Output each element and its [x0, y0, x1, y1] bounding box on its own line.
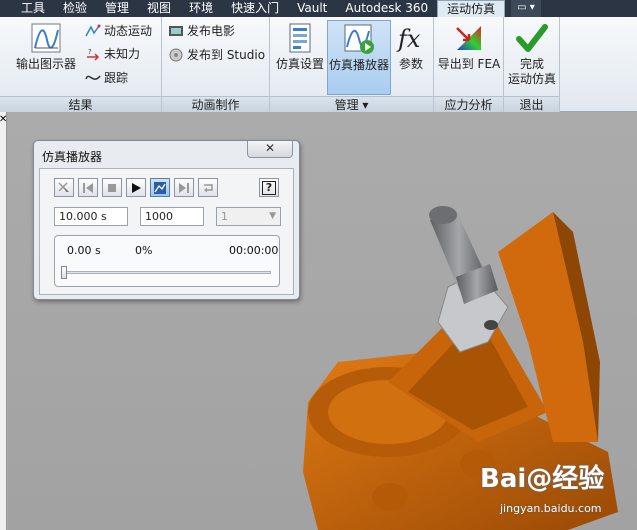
svg-text:?: ? [88, 48, 92, 56]
clamp-hole [484, 320, 498, 330]
finish-label-line1: 完成 [519, 57, 544, 71]
tab-inspect[interactable]: 检验 [54, 0, 96, 17]
trace-icon [85, 75, 101, 80]
exit-panel: 完成 运动仿真 退出 [504, 17, 560, 112]
finish-simulation-button[interactable]: 完成 运动仿真 [505, 20, 559, 95]
parameters-button[interactable]: fx 参数 [393, 20, 429, 95]
dynamic-motion-label: 动态运动 [104, 24, 153, 38]
function-icon: fx [396, 25, 421, 53]
watermark-url: jingyan.baidu.com [500, 502, 602, 515]
loop-icon [204, 183, 213, 192]
progress-slider-thumb[interactable] [61, 266, 67, 279]
animation-panel-title: 动画制作 [162, 96, 269, 112]
output-plotter-icon [31, 23, 61, 53]
skip-end-icon [179, 182, 189, 193]
repeat-count-select[interactable]: 1 ▼ [216, 207, 281, 226]
tab-getting-started[interactable]: 快速入门 [222, 0, 288, 17]
settings-icon [289, 23, 311, 53]
help-icon: ? [261, 180, 277, 195]
unknown-force-icon: ? [87, 48, 100, 61]
fea-export-icon [456, 26, 481, 50]
export-fea-label: 导出到 FEA [437, 57, 501, 71]
simulation-player-label: 仿真播放器 [328, 58, 389, 72]
stress-analysis-panel: 导出到 FEA 应力分析 [434, 17, 504, 112]
simulation-settings-button[interactable]: 仿真设置 [273, 20, 327, 95]
construction-icon [58, 181, 69, 192]
tab-dynamic-simulation[interactable]: 运动仿真 [437, 0, 506, 17]
player-body: ? 10.000 s 1000 1 ▼ 0.00 s 0% 00:00:00 [39, 168, 294, 295]
images-count-input[interactable]: 1000 [140, 207, 204, 226]
dynamic-motion-button[interactable]: 动态运动 [85, 21, 152, 41]
checkmark-icon [516, 24, 548, 52]
menu-bar: 工具 检验 管理 视图 环境 快速入门 Vault Autodesk 360 运… [0, 0, 637, 17]
simulation-player-dialog: 仿真播放器 ✕ ? 10.000 s 1000 1 ▼ 0.00 s 0% 00… [33, 140, 300, 300]
repeat-count-value: 1 [221, 210, 228, 223]
results-panel-title: 结果 [0, 96, 161, 112]
screen-refresh-toggle[interactable] [150, 178, 170, 197]
tab-vault[interactable]: Vault [288, 0, 336, 17]
skip-end-button[interactable] [174, 178, 194, 197]
dynamic-motion-icon [85, 24, 101, 37]
elapsed-clock-readout: 00:00:00 [229, 244, 279, 257]
tab-environment[interactable]: 环境 [180, 0, 222, 17]
foot-left [372, 483, 408, 511]
unknown-force-button[interactable]: ? 未知力 [85, 44, 140, 64]
publish-studio-button[interactable]: 发布到 Studio [168, 45, 265, 65]
dropdown-arrow-icon: ▼ [269, 211, 276, 221]
results-panel: 输出图示器 动态运动 ? 未知力 跟踪 结果 [0, 17, 162, 112]
skip-start-icon [83, 182, 93, 193]
unknown-force-label: 未知力 [104, 47, 141, 61]
manage-panel-title[interactable]: 管理 ▾ [270, 96, 433, 112]
exit-panel-title: 退出 [504, 96, 559, 112]
publish-movie-button[interactable]: 发布电影 [168, 21, 235, 41]
tab-autodesk-360[interactable]: Autodesk 360 [336, 0, 437, 17]
film-icon [169, 26, 183, 36]
ribbon-toggle-button[interactable]: ▭ ▾ [511, 0, 541, 17]
output-plotter-button[interactable]: 输出图示器 [12, 20, 80, 95]
parameters-label: 参数 [398, 57, 423, 71]
screen-refresh-icon [154, 181, 166, 194]
close-icon: ✕ [264, 141, 276, 155]
browser-close-icon[interactable]: ✕ [0, 114, 7, 125]
svg-text:fx: fx [396, 25, 421, 53]
export-fea-button[interactable]: 导出到 FEA [436, 20, 502, 95]
animation-panel: 发布电影 发布到 Studio 动画制作 [162, 17, 270, 112]
progress-slider-track[interactable] [63, 271, 271, 274]
publish-studio-label: 发布到 Studio [187, 48, 266, 62]
tab-view[interactable]: 视图 [138, 0, 180, 17]
studio-icon [169, 48, 183, 62]
dialog-title: 仿真播放器 [42, 150, 103, 164]
ribbon: 输出图示器 动态运动 ? 未知力 跟踪 结果 发布电影 发布到 Studio 动… [0, 17, 637, 112]
progress-percent-readout: 0% [135, 244, 153, 257]
trace-label: 跟踪 [104, 71, 129, 85]
simulation-status-panel: 0.00 s 0% 00:00:00 [54, 235, 280, 287]
end-time-input[interactable]: 10.000 s [54, 207, 128, 226]
output-plotter-label: 输出图示器 [15, 57, 76, 71]
simulation-player-button[interactable]: 仿真播放器 [327, 20, 391, 95]
watermark-logo: Bai@经验 [480, 464, 605, 494]
construction-mode-button[interactable] [54, 178, 74, 197]
trace-button[interactable]: 跟踪 [85, 68, 128, 88]
shaft-top [429, 206, 457, 224]
manage-panel: 仿真设置 仿真播放器 fx 参数 管理 ▾ [270, 17, 434, 112]
dialog-close-button[interactable]: ✕ [247, 141, 293, 158]
tab-manage[interactable]: 管理 [96, 0, 138, 17]
browser-pane-edge: ✕ [0, 112, 7, 530]
stop-button[interactable] [102, 178, 122, 197]
finish-label-line2: 运动仿真 [507, 72, 556, 86]
play-icon [132, 182, 141, 193]
simulation-player-icon [344, 24, 374, 54]
loop-button[interactable] [198, 178, 218, 197]
help-button[interactable]: ? [259, 178, 279, 197]
stop-icon [108, 183, 116, 192]
rewind-button[interactable] [78, 178, 98, 197]
play-button[interactable] [126, 178, 146, 197]
simulation-settings-label: 仿真设置 [275, 57, 324, 71]
stress-analysis-panel-title: 应力分析 [434, 96, 503, 112]
current-time-readout: 0.00 s [67, 244, 101, 257]
publish-movie-label: 发布电影 [187, 24, 236, 38]
tab-tools[interactable]: 工具 [0, 0, 54, 17]
